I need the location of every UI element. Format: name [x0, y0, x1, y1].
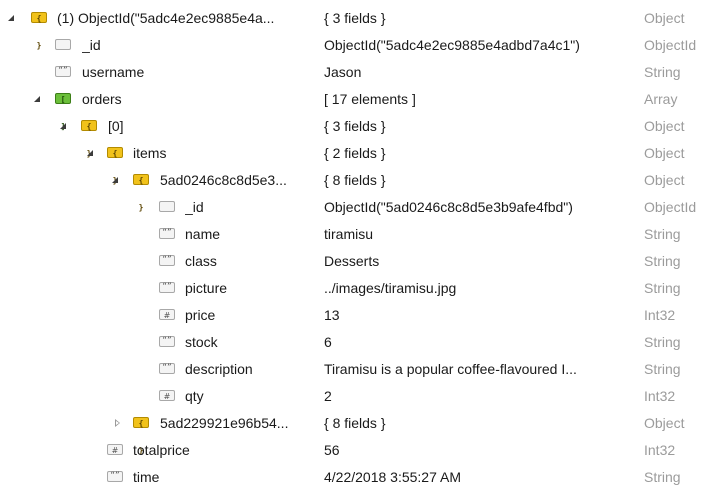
field-key: class	[185, 253, 217, 269]
field-key: (1) ObjectId("5adc4e2ec9885e4a...	[57, 10, 275, 26]
field-type: Object	[644, 415, 685, 431]
tree-row-order-0[interactable]: [0] { 3 fields } Object	[0, 113, 709, 167]
field-key: [0]	[108, 118, 124, 134]
object-icon	[81, 113, 97, 167]
field-type: Object	[644, 145, 685, 161]
field-value: { 3 fields }	[324, 10, 386, 26]
field-value: Desserts	[324, 253, 380, 269]
field-value: { 8 fields }	[324, 415, 386, 431]
tree-row-class[interactable]: class Desserts String	[0, 247, 709, 275]
object-icon	[133, 167, 149, 221]
expanded-arrow-icon[interactable]	[58, 113, 70, 140]
field-key: _id	[82, 37, 101, 53]
tree-row-totalprice[interactable]: totalprice 56 Int32	[0, 437, 709, 464]
field-value: 56	[324, 442, 340, 458]
field-key: orders	[82, 91, 122, 107]
tree-row-root[interactable]: (1) ObjectId("5adc4e2ec9885e4a... { 3 fi…	[0, 5, 709, 59]
objectid-icon	[159, 201, 175, 212]
field-key: _id	[185, 199, 204, 215]
tree-row-item-2[interactable]: 5ad229921e96b54... { 8 fields } Object	[0, 410, 709, 464]
field-type: ObjectId	[644, 37, 697, 53]
document-tree-view: (1) ObjectId("5adc4e2ec9885e4a... { 3 fi…	[0, 0, 709, 490]
int32-icon	[107, 437, 123, 464]
field-value: { 8 fields }	[324, 172, 386, 188]
tree-row-id[interactable]: _id ObjectId("5adc4e2ec9885e4adbd7a4c1")…	[0, 32, 709, 59]
field-key: qty	[185, 388, 204, 404]
field-value: tiramisu	[324, 226, 374, 242]
field-key: 5ad0246c8c8d5e3...	[160, 172, 287, 188]
tree-row-picture[interactable]: picture ../images/tiramisu.jpg String	[0, 274, 709, 302]
tree-row-username[interactable]: username Jason String	[0, 58, 709, 86]
int32-icon	[159, 302, 175, 329]
tree-row-item-1[interactable]: 5ad0246c8c8d5e3... { 8 fields } Object	[0, 167, 709, 221]
field-value: 13	[324, 307, 340, 323]
field-type: ObjectId	[644, 199, 697, 215]
field-value: ObjectId("5ad0246c8c8d5e3b9afe4fbd")	[324, 199, 573, 215]
tree-row-orders[interactable]: orders [ 17 elements ] Array	[0, 86, 709, 140]
field-type: String	[644, 253, 681, 269]
tree-row-description[interactable]: description Tiramisu is a popular coffee…	[0, 355, 709, 383]
field-type: Int32	[644, 388, 676, 404]
field-key: stock	[185, 334, 218, 350]
field-value: Jason	[324, 64, 362, 80]
tree-row-items[interactable]: items { 2 fields } Object	[0, 140, 709, 194]
int32-icon	[159, 383, 175, 410]
field-type: Array	[644, 91, 678, 107]
field-key: 5ad229921e96b54...	[160, 415, 289, 431]
tree-row-price[interactable]: price 13 Int32	[0, 302, 709, 329]
expanded-arrow-icon[interactable]	[6, 5, 18, 32]
expanded-arrow-icon[interactable]	[110, 167, 122, 194]
field-value: ObjectId("5adc4e2ec9885e4adbd7a4c1")	[324, 37, 580, 53]
field-key: price	[185, 307, 216, 323]
field-value: [ 17 elements ]	[324, 91, 416, 107]
tree-row-item-id[interactable]: _id ObjectId("5ad0246c8c8d5e3b9afe4fbd")…	[0, 194, 709, 221]
object-icon	[31, 5, 47, 59]
field-type: String	[644, 334, 681, 350]
string-icon	[107, 463, 123, 490]
field-type: Int32	[644, 307, 676, 323]
object-icon	[133, 410, 149, 464]
objectid-icon	[55, 39, 71, 50]
field-key: description	[185, 361, 253, 377]
field-type: String	[644, 226, 681, 242]
string-icon	[159, 328, 175, 355]
field-type: String	[644, 280, 681, 296]
field-key: totalprice	[133, 442, 190, 458]
array-icon	[55, 86, 71, 140]
field-key: username	[82, 64, 145, 80]
expanded-arrow-icon[interactable]	[32, 86, 44, 113]
field-type: String	[644, 361, 681, 377]
expanded-arrow-icon[interactable]	[85, 140, 97, 167]
string-icon	[159, 220, 175, 247]
collapsed-arrow-icon[interactable]	[112, 410, 124, 437]
field-key: items	[133, 145, 167, 161]
object-icon	[107, 140, 123, 194]
tree-row-stock[interactable]: stock 6 String	[0, 328, 709, 356]
string-icon	[159, 247, 175, 274]
field-type: Object	[644, 10, 685, 26]
field-type: String	[644, 64, 681, 80]
field-key: picture	[185, 280, 228, 296]
field-value: 2	[324, 388, 332, 404]
field-key: name	[185, 226, 221, 242]
string-icon	[159, 274, 175, 301]
string-icon	[159, 355, 175, 382]
field-value: { 2 fields }	[324, 145, 386, 161]
tree-row-qty[interactable]: qty 2 Int32	[0, 383, 709, 410]
field-type: Object	[644, 172, 685, 188]
field-value: { 3 fields }	[324, 118, 386, 134]
tree-row-name[interactable]: name tiramisu String	[0, 220, 709, 248]
field-value: 6	[324, 334, 332, 350]
field-type: Object	[644, 118, 685, 134]
field-type: Int32	[644, 442, 676, 458]
field-value: ../images/tiramisu.jpg	[324, 280, 457, 296]
string-icon	[55, 58, 71, 85]
field-value: Tiramisu is a popular coffee-flavoured I…	[324, 361, 577, 377]
